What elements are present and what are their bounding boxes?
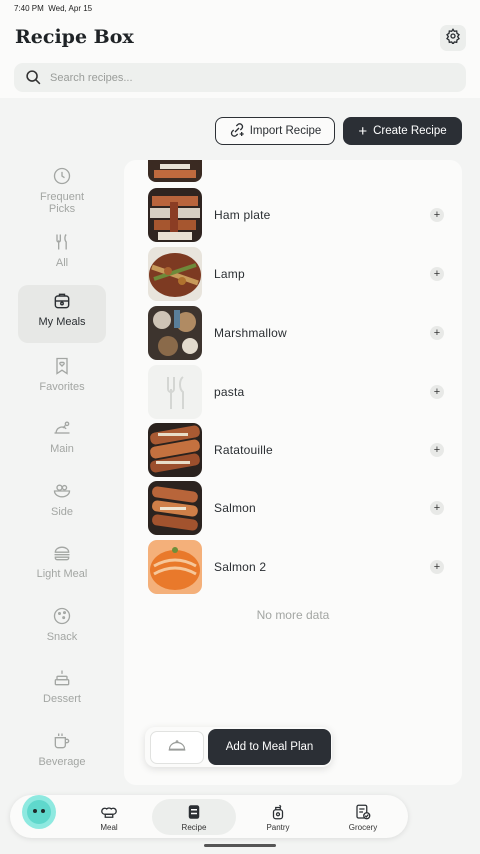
- sidebar-item-all[interactable]: All: [18, 226, 106, 284]
- nav-item-label: Recipe: [181, 822, 207, 832]
- list-item[interactable]: Marshmallow +: [148, 305, 444, 361]
- list-end-message: No more data: [256, 608, 330, 622]
- sidebar-item-my-meals[interactable]: My Meals: [18, 285, 106, 343]
- nav-item-grocery[interactable]: Grocery: [328, 799, 398, 835]
- sidebar-item-label: Snack: [46, 631, 78, 643]
- heart-bookmark-icon: [51, 355, 73, 377]
- add-recipe-button[interactable]: +: [430, 501, 444, 515]
- add-to-meal-plan-button[interactable]: Add to Meal Plan: [208, 729, 331, 765]
- roast-chicken-icon: [51, 417, 73, 439]
- sidebar-item-snack[interactable]: Snack: [18, 600, 106, 658]
- recipe-thumbnail: [148, 306, 202, 360]
- grocery-list-icon: [354, 803, 372, 821]
- fork-knife-icon: [51, 231, 73, 253]
- add-recipe-button[interactable]: +: [430, 385, 444, 399]
- create-recipe-label: Create Recipe: [373, 125, 447, 137]
- nav-item-meal[interactable]: Meal: [74, 799, 144, 835]
- list-item[interactable]: Ratatouille +: [148, 422, 444, 478]
- recipe-thumbnail: [148, 540, 202, 594]
- cloche-icon: [167, 738, 187, 757]
- add-recipe-button[interactable]: +: [430, 208, 444, 222]
- import-recipe-label: Import Recipe: [249, 125, 322, 137]
- create-recipe-button[interactable]: + Create Recipe: [343, 117, 462, 145]
- search-input[interactable]: [50, 71, 430, 84]
- list-item[interactable]: Salmon +: [148, 480, 444, 536]
- plus-icon: +: [358, 122, 368, 140]
- sidebar-item-favorites[interactable]: Favorites: [18, 350, 106, 408]
- recipe-list-panel: Ham plate + Lamp + Marshmallow + pasta +…: [124, 160, 462, 785]
- recipe-name: Ratatouille: [214, 443, 273, 457]
- recipe-name: Ham plate: [214, 208, 271, 222]
- list-item[interactable]: Salmon 2 +: [148, 539, 444, 595]
- bottom-navigation: Meal Recipe Pantry Grocery: [10, 795, 408, 838]
- nav-item-pantry[interactable]: Pantry: [243, 799, 313, 835]
- sidebar-item-side[interactable]: Side: [18, 475, 106, 533]
- add-recipe-button[interactable]: +: [430, 560, 444, 574]
- pantry-jar-icon: [269, 803, 287, 821]
- cake-icon: [51, 667, 73, 689]
- sidebar-item-dessert[interactable]: Dessert: [18, 662, 106, 720]
- nav-item-label: Grocery: [348, 822, 378, 832]
- recipe-name: pasta: [214, 385, 245, 399]
- list-item[interactable]: pasta +: [148, 364, 444, 420]
- top-bar: 7:40 PM Wed, Apr 15 Recipe Box: [0, 0, 480, 98]
- add-recipe-button[interactable]: +: [430, 443, 444, 457]
- sidebar-item-label: Frequent Picks: [39, 191, 85, 215]
- meal-tray-button[interactable]: [150, 731, 204, 764]
- status-time: 7:40 PM: [14, 4, 44, 13]
- recipe-thumbnail-placeholder: [148, 365, 202, 419]
- import-recipe-button[interactable]: Import Recipe: [215, 117, 335, 145]
- sidebar-item-main[interactable]: Main: [18, 412, 106, 470]
- add-recipe-button[interactable]: +: [430, 267, 444, 281]
- recipe-name: Lamp: [214, 267, 245, 281]
- add-recipe-button[interactable]: +: [430, 326, 444, 340]
- recipe-thumbnail: [148, 160, 202, 182]
- status-bar: 7:40 PM Wed, Apr 15: [14, 4, 92, 13]
- lunchbox-icon: [51, 290, 73, 312]
- nav-item-recipe[interactable]: Recipe: [152, 799, 236, 835]
- mug-icon: [51, 730, 73, 752]
- recipe-thumbnail: [148, 188, 202, 242]
- import-link-icon: [229, 122, 245, 141]
- status-date: Wed, Apr 15: [48, 4, 93, 13]
- recipe-name: Marshmallow: [214, 326, 287, 340]
- chef-hat-icon: [100, 803, 118, 821]
- gear-icon: [445, 27, 461, 49]
- search-icon: [24, 69, 42, 87]
- sidebar-item-label: Side: [50, 506, 74, 518]
- cookie-icon: [51, 605, 73, 627]
- recipe-thumbnail: [148, 481, 202, 535]
- clock-icon: [51, 165, 73, 187]
- recipe-thumbnail: [148, 423, 202, 477]
- nav-item-label: Meal: [100, 822, 118, 832]
- recipe-name: Salmon 2: [214, 560, 267, 574]
- assistant-mascot-icon[interactable]: [20, 793, 58, 831]
- meal-plan-bar: Add to Meal Plan: [145, 727, 332, 767]
- recipe-name: Salmon: [214, 501, 256, 515]
- sidebar-item-light-meal[interactable]: Light Meal: [18, 537, 106, 595]
- sidebar-item-label: Beverage: [38, 756, 86, 768]
- nav-item-label: Pantry: [266, 822, 290, 832]
- list-item[interactable]: Lamp +: [148, 246, 444, 302]
- home-indicator: [204, 844, 276, 847]
- sidebar-item-label: All: [55, 257, 69, 269]
- recipe-book-icon: [185, 803, 203, 821]
- recipe-thumbnail: [148, 247, 202, 301]
- sidebar-item-label: My Meals: [38, 316, 86, 328]
- page-title: Recipe Box: [15, 26, 134, 48]
- sidebar-item-label: Dessert: [43, 693, 81, 705]
- sidebar-item-beverage[interactable]: Beverage: [18, 725, 106, 783]
- sidebar-item-label: Main: [50, 443, 74, 455]
- list-item[interactable]: Ham plate +: [148, 187, 444, 243]
- search-bar[interactable]: [14, 63, 466, 92]
- burger-icon: [51, 542, 73, 564]
- salad-bowl-icon: [51, 480, 73, 502]
- sidebar-item-frequent-picks[interactable]: Frequent Picks: [18, 160, 106, 218]
- settings-button[interactable]: [440, 25, 466, 51]
- sidebar-item-label: Favorites: [39, 381, 85, 393]
- sidebar-item-label: Light Meal: [36, 568, 88, 580]
